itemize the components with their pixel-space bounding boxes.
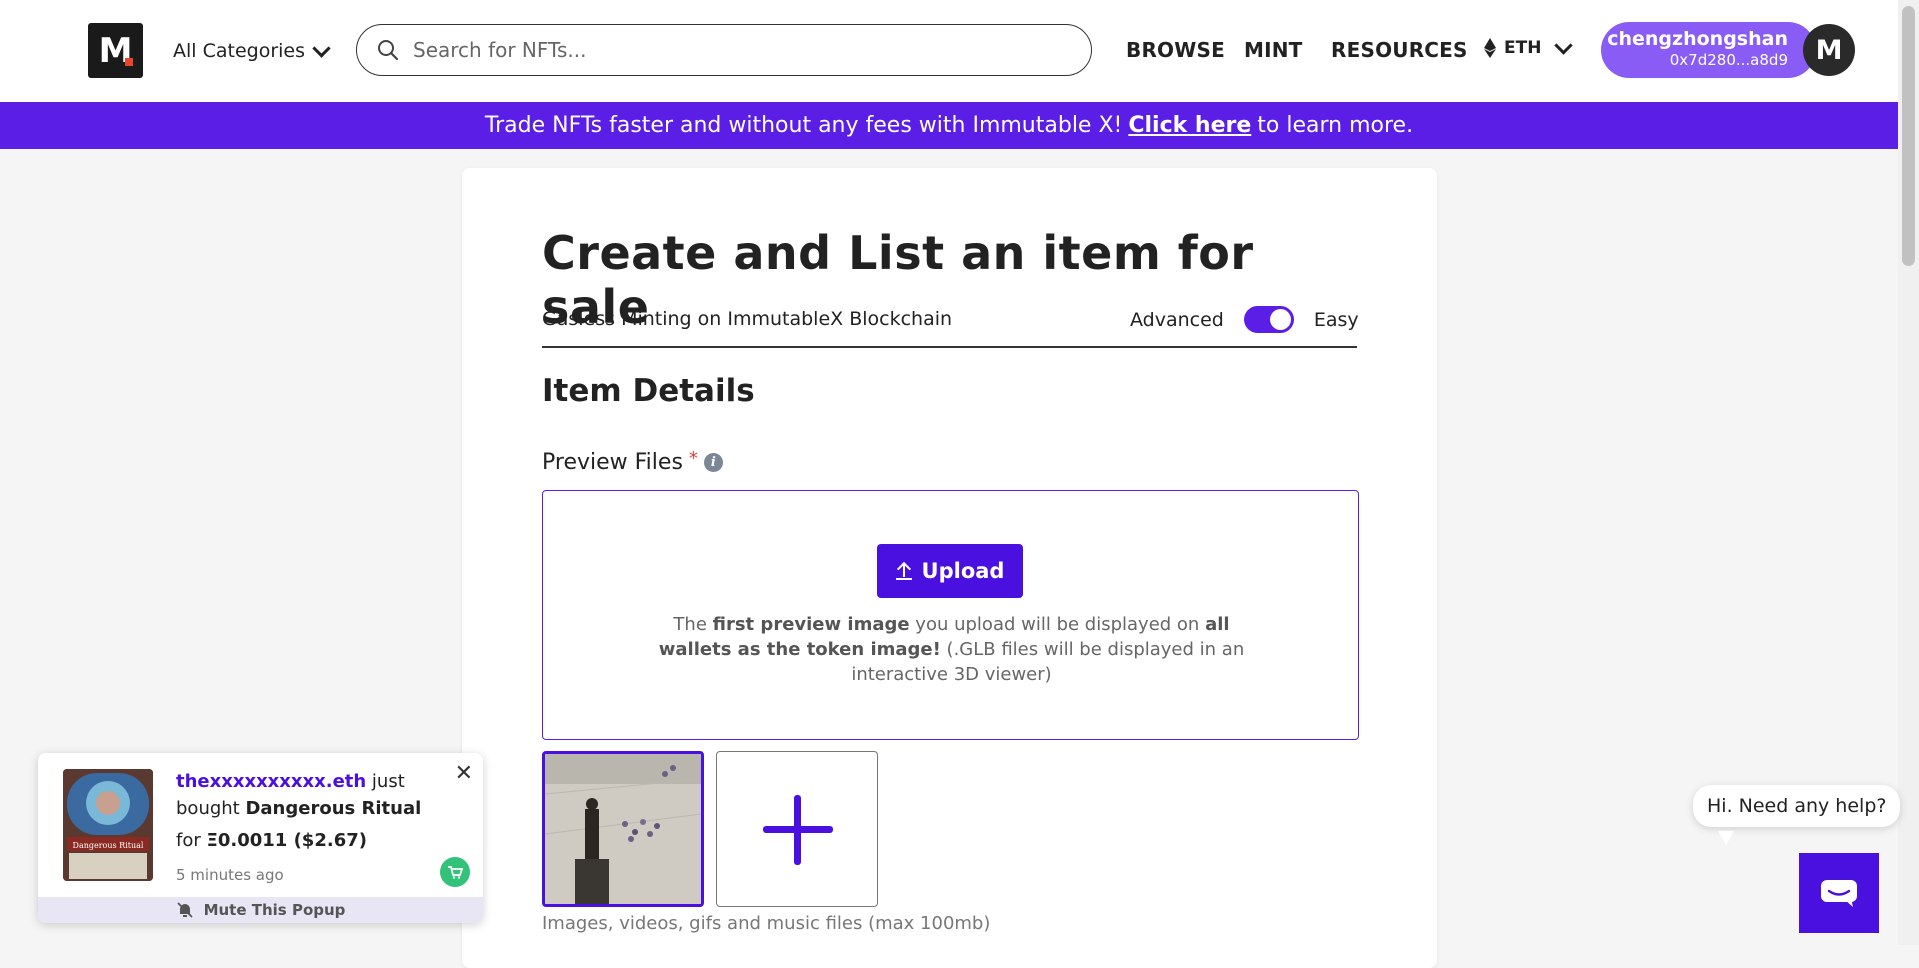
upload-icon — [895, 561, 912, 580]
top-header: M All Categories BROWSE MINT RESOURCES E… — [0, 0, 1898, 103]
add-file-button[interactable] — [716, 751, 878, 907]
search-icon — [378, 40, 399, 61]
categories-label: All Categories — [173, 40, 306, 62]
cart-icon — [440, 857, 470, 887]
promo-banner: Trade NFTs faster and without any fees w… — [0, 102, 1898, 149]
help-bubble-tail — [1718, 831, 1734, 845]
banner-text: Trade NFTs faster and without any fees w… — [484, 113, 1123, 138]
bell-off-icon — [176, 902, 193, 918]
popup-message: thexxxxxxxxxx.eth just bought Dangerous … — [176, 771, 422, 819]
chevron-down-icon — [312, 38, 331, 58]
chat-icon — [1821, 880, 1857, 907]
preview-files-text: Preview Files — [542, 450, 683, 475]
user-address: 0x7d280...a8d9 — [1669, 51, 1788, 69]
user-account-pill[interactable]: chengzhongshan 0x7d280...a8d9 — [1601, 22, 1816, 78]
section-heading: Item Details — [542, 373, 755, 409]
chevron-down-icon — [1554, 35, 1574, 55]
mode-toggle-row: Advanced Easy — [1130, 306, 1359, 333]
page-scrollbar[interactable] — [1898, 0, 1919, 945]
logo[interactable]: M — [88, 23, 143, 78]
required-mark: * — [688, 448, 698, 469]
purchase-time: 5 minutes ago — [176, 866, 284, 884]
avatar[interactable]: M — [1803, 24, 1855, 76]
banner-link[interactable]: Click here — [1128, 113, 1251, 138]
nav-mint[interactable]: MINT — [1244, 38, 1303, 62]
search-input[interactable] — [411, 37, 1055, 63]
page-subtitle: Gasless Minting on ImmutableX Blockchain — [542, 308, 953, 330]
banner-text-after: to learn more. — [1257, 113, 1414, 138]
user-name: chengzhongshan — [1607, 28, 1788, 50]
search-bar[interactable] — [356, 24, 1092, 76]
preview-photo — [545, 754, 701, 904]
nav-resources[interactable]: RESOURCES — [1331, 38, 1468, 62]
mute-label: Mute This Popup — [203, 901, 346, 919]
toggle-label-advanced: Advanced — [1130, 308, 1224, 331]
mode-toggle[interactable] — [1243, 306, 1294, 333]
card-art-name: Dangerous Ritual — [73, 841, 144, 850]
close-icon[interactable]: ✕ — [455, 761, 473, 786]
purchase-price: for Ξ0.0011 ($2.67) — [176, 830, 367, 851]
ethereum-icon — [1484, 38, 1496, 58]
scrollbar-thumb[interactable] — [1902, 6, 1915, 266]
chat-button[interactable] — [1799, 853, 1879, 933]
nft-card-image: Dangerous Ritual — [63, 769, 153, 881]
file-dropzone[interactable]: Upload The first preview image you uploa… — [542, 490, 1359, 740]
preview-thumbnail-selected[interactable] — [542, 751, 704, 907]
currency-label: ETH — [1504, 38, 1542, 58]
currency-selector[interactable]: ETH — [1484, 35, 1574, 58]
categories-dropdown[interactable]: All Categories — [173, 36, 331, 66]
upload-button[interactable]: Upload — [877, 544, 1023, 598]
mute-popup-button[interactable]: Mute This Popup — [38, 897, 483, 923]
recent-purchase-popup: Dangerous Ritual ✕ thexxxxxxxxxx.eth jus… — [38, 753, 483, 923]
help-bubble[interactable]: Hi. Need any help? — [1693, 785, 1901, 827]
file-type-hint: Images, videos, gifs and music files (ma… — [542, 913, 991, 934]
toggle-label-easy: Easy — [1313, 308, 1359, 331]
toggle-knob — [1269, 309, 1291, 330]
info-icon[interactable]: i — [703, 453, 723, 472]
logo-dot — [125, 58, 133, 66]
avatar-letter: M — [1815, 34, 1843, 66]
item-name: Dangerous Ritual — [245, 798, 422, 819]
nav-browse[interactable]: BROWSE — [1126, 38, 1225, 62]
preview-files-label: Preview Files * i — [542, 448, 723, 475]
buyer-name[interactable]: thexxxxxxxxxx.eth — [176, 771, 366, 792]
create-item-card: Create and List an item for sale Gasless… — [462, 168, 1437, 968]
dropzone-instructions: The first preview image you upload will … — [658, 614, 1245, 685]
upload-label: Upload — [921, 559, 1005, 583]
